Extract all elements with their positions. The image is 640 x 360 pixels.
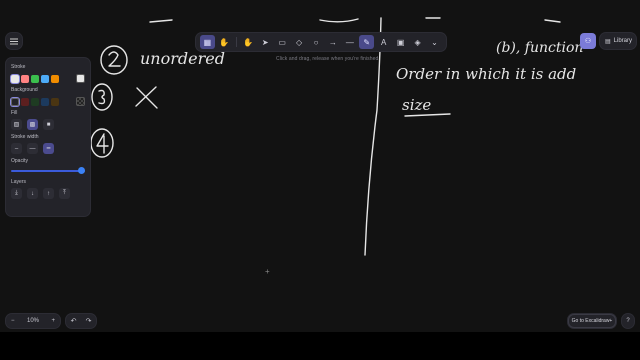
background-color-green[interactable] xyxy=(31,97,39,106)
library-label: Library xyxy=(613,38,633,44)
zoom-in-button[interactable]: + xyxy=(51,318,55,324)
zoom-out-button[interactable]: − xyxy=(11,318,15,324)
ink-stroke xyxy=(319,18,359,23)
stroke-bold-icon[interactable]: — xyxy=(27,143,38,154)
digit-3 xyxy=(98,89,106,105)
background-color-orange[interactable] xyxy=(51,97,59,106)
stroke-color-current[interactable] xyxy=(76,74,85,83)
send-backward-icon[interactable]: ↓ xyxy=(27,188,38,199)
image-icon[interactable]: ▣ xyxy=(393,35,408,49)
bring-to-front-icon[interactable]: ⤒ xyxy=(59,188,70,199)
library-button[interactable]: ▤ Library xyxy=(600,33,636,49)
stroke-width-title: Stroke width xyxy=(11,134,39,140)
history-controls: ↶ ↷ xyxy=(66,314,96,328)
help-icon: ? xyxy=(626,318,630,324)
stroke-color-orange[interactable] xyxy=(51,74,59,83)
fill-crosshatch-icon[interactable]: ▩ xyxy=(27,119,38,130)
pencil-icon[interactable]: ✎ xyxy=(359,35,375,49)
undo-icon[interactable]: ↶ xyxy=(71,317,77,325)
canvas-text-size: size xyxy=(402,96,431,114)
fill-solid-icon[interactable]: ■ xyxy=(43,119,54,130)
opacity-slider[interactable] xyxy=(11,167,85,175)
ellipse-icon[interactable]: ○ xyxy=(309,35,324,49)
stroke-color-blue[interactable] xyxy=(41,74,49,83)
selection-icon[interactable]: ➤ xyxy=(258,35,273,49)
excalidraw-app: unordered Order in which it is add size … xyxy=(0,0,640,332)
opacity-title: Opacity xyxy=(11,158,28,164)
stroke-color-white[interactable] xyxy=(11,74,19,83)
stroke-color-green[interactable] xyxy=(31,74,39,83)
opacity-thumb[interactable] xyxy=(78,167,85,174)
stroke-thin-icon[interactable]: – xyxy=(11,143,22,154)
canvas-text-function: (b), function xyxy=(496,40,583,56)
library-icon: ▤ xyxy=(605,38,611,45)
stroke-width-options: – — ━ xyxy=(11,143,85,155)
divider-line xyxy=(364,17,382,256)
stroke-color-red[interactable] xyxy=(21,74,29,83)
toolbar-divider xyxy=(235,37,237,47)
redo-icon[interactable]: ↷ xyxy=(86,317,92,325)
background-color-red[interactable] xyxy=(21,97,29,106)
lock-icon[interactable]: ▦ xyxy=(200,35,215,49)
send-to-back-icon[interactable]: ⤓ xyxy=(11,188,22,199)
share-icon: ⚇ xyxy=(584,38,592,45)
zoom-level[interactable]: 10% xyxy=(27,318,39,324)
line-icon[interactable]: — xyxy=(342,35,357,49)
background-color-current[interactable] xyxy=(76,97,85,106)
circled-number-2 xyxy=(100,45,128,75)
underline xyxy=(404,113,451,117)
stroke-colors xyxy=(11,73,85,84)
background-title: Background xyxy=(11,87,38,93)
hand-icon[interactable]: ✋ xyxy=(217,35,232,49)
background-color-transparent[interactable] xyxy=(11,97,19,106)
crosshair-cursor: + xyxy=(265,267,270,276)
hamburger-icon xyxy=(10,38,18,44)
letterbox-bottom xyxy=(0,332,640,360)
circled-number-4 xyxy=(90,128,114,158)
opacity-track xyxy=(11,170,85,172)
canvas-text-order: Order in which it is add xyxy=(396,65,576,83)
ink-stroke xyxy=(149,19,173,23)
shapes-toolbar: ▦ ✋ ✋ ➤ ▭ ◇ ○ → — ✎ A ▣ ◈ ⌄ xyxy=(196,33,446,51)
eraser-icon[interactable]: ◈ xyxy=(410,35,425,49)
x-mark xyxy=(135,86,158,109)
tool-hint: Click and drag, release when you're fini… xyxy=(276,56,379,62)
canvas-text-unordered: unordered xyxy=(140,49,225,68)
diamond-icon[interactable]: ◇ xyxy=(292,35,307,49)
hand-pan-icon[interactable]: ✋ xyxy=(241,35,256,49)
background-color-blue[interactable] xyxy=(41,97,49,106)
help-button[interactable]: ? xyxy=(622,314,634,328)
background-colors xyxy=(11,96,85,107)
arrow-icon[interactable]: → xyxy=(325,35,340,49)
stroke-extra-bold-icon[interactable]: ━ xyxy=(43,143,54,154)
digit-2 xyxy=(108,51,121,67)
fill-hachure-icon[interactable]: ▧ xyxy=(11,119,22,130)
share-button[interactable]: ⚇ xyxy=(580,33,596,49)
zoom-controls: − 10% + xyxy=(6,314,60,328)
excalidraw-plus-button[interactable]: Go to Excalidraw+ xyxy=(568,314,616,328)
fill-title: Fill xyxy=(11,110,18,116)
more-tools-icon[interactable]: ⌄ xyxy=(427,35,442,49)
layers-title: Layers xyxy=(11,179,27,185)
text-icon[interactable]: A xyxy=(376,35,391,49)
properties-panel: Stroke Background Fill ▧ ▩ ■ Stroke widt… xyxy=(6,58,90,216)
ink-stroke xyxy=(544,19,561,23)
stroke-title: Stroke xyxy=(11,64,26,70)
digit-4 xyxy=(96,133,109,154)
rectangle-icon[interactable]: ▭ xyxy=(275,35,290,49)
main-menu-button[interactable] xyxy=(6,33,22,49)
fill-options: ▧ ▩ ■ xyxy=(11,119,85,131)
bring-forward-icon[interactable]: ↑ xyxy=(43,188,54,199)
layer-options: ⤓ ↓ ↑ ⤒ xyxy=(11,188,85,200)
